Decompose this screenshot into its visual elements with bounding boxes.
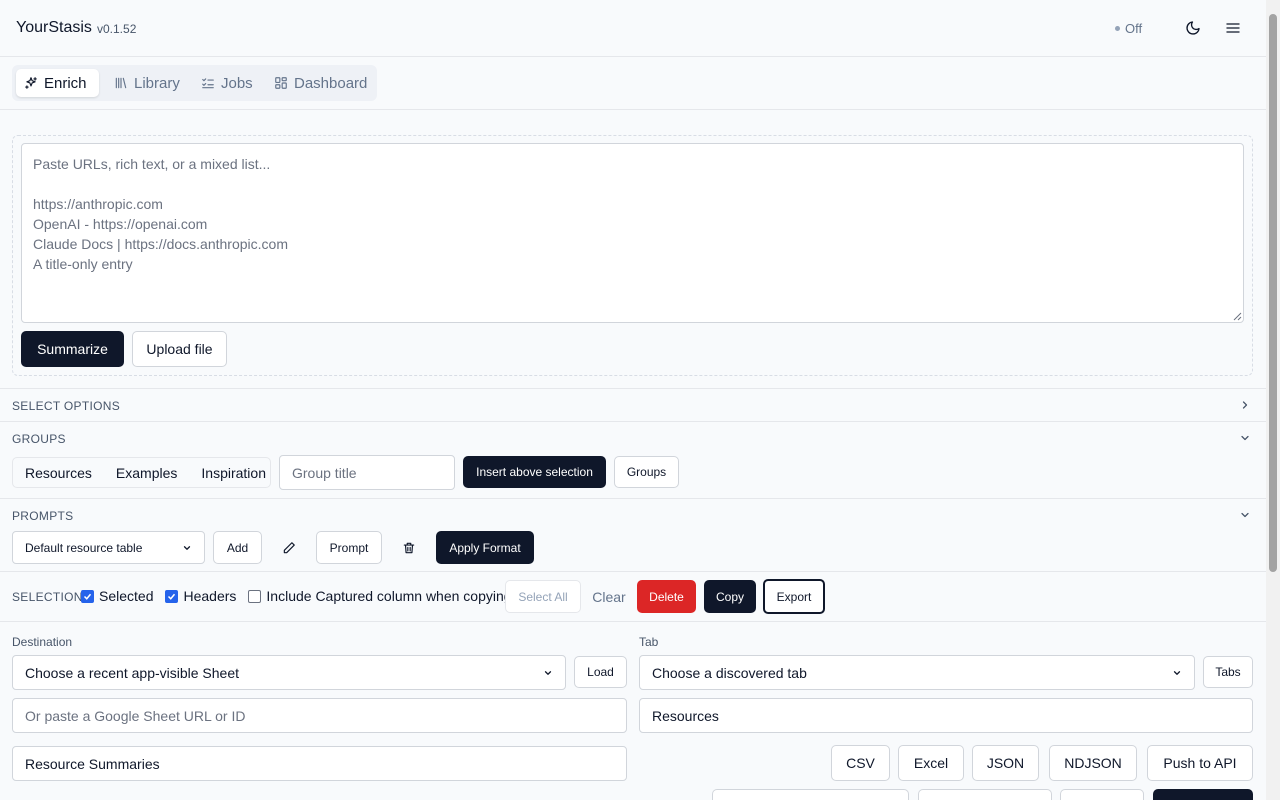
chevron-down-icon xyxy=(544,670,552,675)
groups-segmented-control: Resources Examples Inspiration xyxy=(12,457,271,488)
app-header: YourStasis v0.1.52 Off xyxy=(0,0,1266,57)
group-title-input[interactable]: Group title xyxy=(279,455,455,490)
headers-checkbox[interactable]: Headers xyxy=(165,588,236,604)
tab-select[interactable]: Choose a discovered tab xyxy=(639,655,1195,690)
load-button[interactable]: Load xyxy=(574,656,627,688)
groups-title: GROUPS xyxy=(12,432,66,446)
selected-checkbox[interactable]: Selected xyxy=(81,588,153,604)
tab-enrich[interactable]: Enrich xyxy=(16,69,99,97)
nav-tabs: Enrich Library Jobs Dashboard xyxy=(12,65,377,101)
selection-title: SELECTION xyxy=(12,590,83,604)
checkbox-checked-icon xyxy=(81,589,94,603)
insert-above-selection-button[interactable]: Insert above selection xyxy=(463,456,606,488)
page-scrollbar[interactable] xyxy=(1266,0,1280,800)
nav-bar: Enrich Library Jobs Dashboard xyxy=(0,57,1266,110)
tab-jobs-label: Jobs xyxy=(221,74,253,92)
clear-button[interactable]: Clear xyxy=(589,580,629,613)
delete-prompt-button[interactable] xyxy=(396,531,422,564)
chevron-right-icon xyxy=(1242,401,1248,409)
scrollbar-thumb[interactable] xyxy=(1269,14,1277,572)
tab-dashboard[interactable]: Dashboard xyxy=(266,69,375,97)
tab-dashboard-label: Dashboard xyxy=(294,74,368,92)
prompts-title: PROMPTS xyxy=(12,509,74,523)
pencil-icon xyxy=(283,541,295,553)
tab-library-label: Library xyxy=(134,74,180,92)
tab-name-input[interactable]: Resources xyxy=(639,698,1253,733)
include-captured-label: Include Captured column when copying xyxy=(266,588,512,604)
trash-icon xyxy=(403,542,415,553)
selection-options: Selected Headers Include Captured column… xyxy=(81,588,512,604)
dashboard-icon xyxy=(275,77,287,89)
tab-label: Tab xyxy=(639,635,659,649)
tab-jobs[interactable]: Jobs xyxy=(193,69,261,97)
upload-file-button[interactable]: Upload file xyxy=(132,331,227,367)
prompt-button[interactable]: Prompt xyxy=(316,531,382,564)
content-textarea[interactable]: Paste URLs, rich text, or a mixed list..… xyxy=(21,143,1244,323)
destination-label: Destination xyxy=(12,635,73,649)
menu-button[interactable] xyxy=(1221,16,1245,40)
groups-button[interactable]: Groups xyxy=(614,456,679,488)
selected-checkbox-label: Selected xyxy=(99,588,154,604)
library-icon xyxy=(115,77,127,89)
group-examples[interactable]: Examples xyxy=(104,465,189,481)
headers-checkbox-label: Headers xyxy=(183,588,237,604)
chevron-down-icon[interactable] xyxy=(1239,509,1251,521)
checkbox-unchecked-icon xyxy=(248,589,262,603)
moon-icon xyxy=(1186,21,1200,35)
resize-handle-icon[interactable] xyxy=(1233,312,1242,321)
select-options-title: SELECT OPTIONS xyxy=(12,399,121,413)
prompt-select[interactable]: Default resource table xyxy=(12,531,205,564)
export-excel-button[interactable]: Excel xyxy=(898,745,964,781)
status-indicator: Off xyxy=(1115,21,1142,36)
copy-button[interactable]: Copy xyxy=(704,580,756,613)
tab-library[interactable]: Library xyxy=(106,69,188,97)
hamburger-icon xyxy=(1226,23,1240,33)
checkbox-checked-icon xyxy=(165,589,179,603)
chevron-down-icon[interactable] xyxy=(1239,432,1251,444)
chevron-down-icon xyxy=(1173,670,1181,675)
export-button[interactable]: Export xyxy=(763,579,825,614)
list-checks-icon xyxy=(202,78,214,89)
theme-toggle-button[interactable] xyxy=(1181,16,1205,40)
sparkles-icon xyxy=(25,77,37,89)
cut-off-button[interactable] xyxy=(1153,789,1253,800)
app-version: v0.1.52 xyxy=(97,22,137,36)
group-inspiration[interactable]: Inspiration xyxy=(189,465,278,481)
app-name: YourStasis xyxy=(16,19,92,36)
add-prompt-button[interactable]: Add xyxy=(213,531,262,564)
sheet-url-input[interactable]: Or paste a Google Sheet URL or ID xyxy=(12,698,627,733)
status-text: Off xyxy=(1125,21,1143,36)
export-ndjson-button[interactable]: NDJSON xyxy=(1049,745,1137,781)
status-dot-icon xyxy=(1115,26,1120,31)
include-captured-checkbox[interactable]: Include Captured column when copying xyxy=(248,588,512,604)
cut-off-button[interactable] xyxy=(712,789,909,800)
delete-button[interactable]: Delete xyxy=(637,580,696,613)
tab-select-value: Choose a discovered tab xyxy=(652,664,807,681)
select-all-button[interactable]: Select All xyxy=(505,580,581,613)
sheet-title-input[interactable]: Resource Summaries xyxy=(12,746,627,781)
prompt-select-value: Default resource table xyxy=(25,540,143,555)
chevron-down-icon xyxy=(183,545,191,550)
select-options-section[interactable]: SELECT OPTIONS xyxy=(0,388,1266,421)
export-json-button[interactable]: JSON xyxy=(972,745,1039,781)
group-resources[interactable]: Resources xyxy=(13,465,104,481)
edit-prompt-button[interactable] xyxy=(276,531,302,564)
summarize-button[interactable]: Summarize xyxy=(21,331,124,367)
cut-off-button[interactable] xyxy=(918,789,1052,800)
export-csv-button[interactable]: CSV xyxy=(831,745,890,781)
push-to-api-button[interactable]: Push to API xyxy=(1147,745,1253,781)
destination-select-value: Choose a recent app-visible Sheet xyxy=(25,664,240,681)
destination-select[interactable]: Choose a recent app-visible Sheet xyxy=(12,655,566,690)
tabs-button[interactable]: Tabs xyxy=(1203,656,1253,688)
tab-enrich-label: Enrich xyxy=(44,74,87,92)
apply-format-button[interactable]: Apply Format xyxy=(436,531,534,564)
cut-off-button[interactable] xyxy=(1060,789,1144,800)
